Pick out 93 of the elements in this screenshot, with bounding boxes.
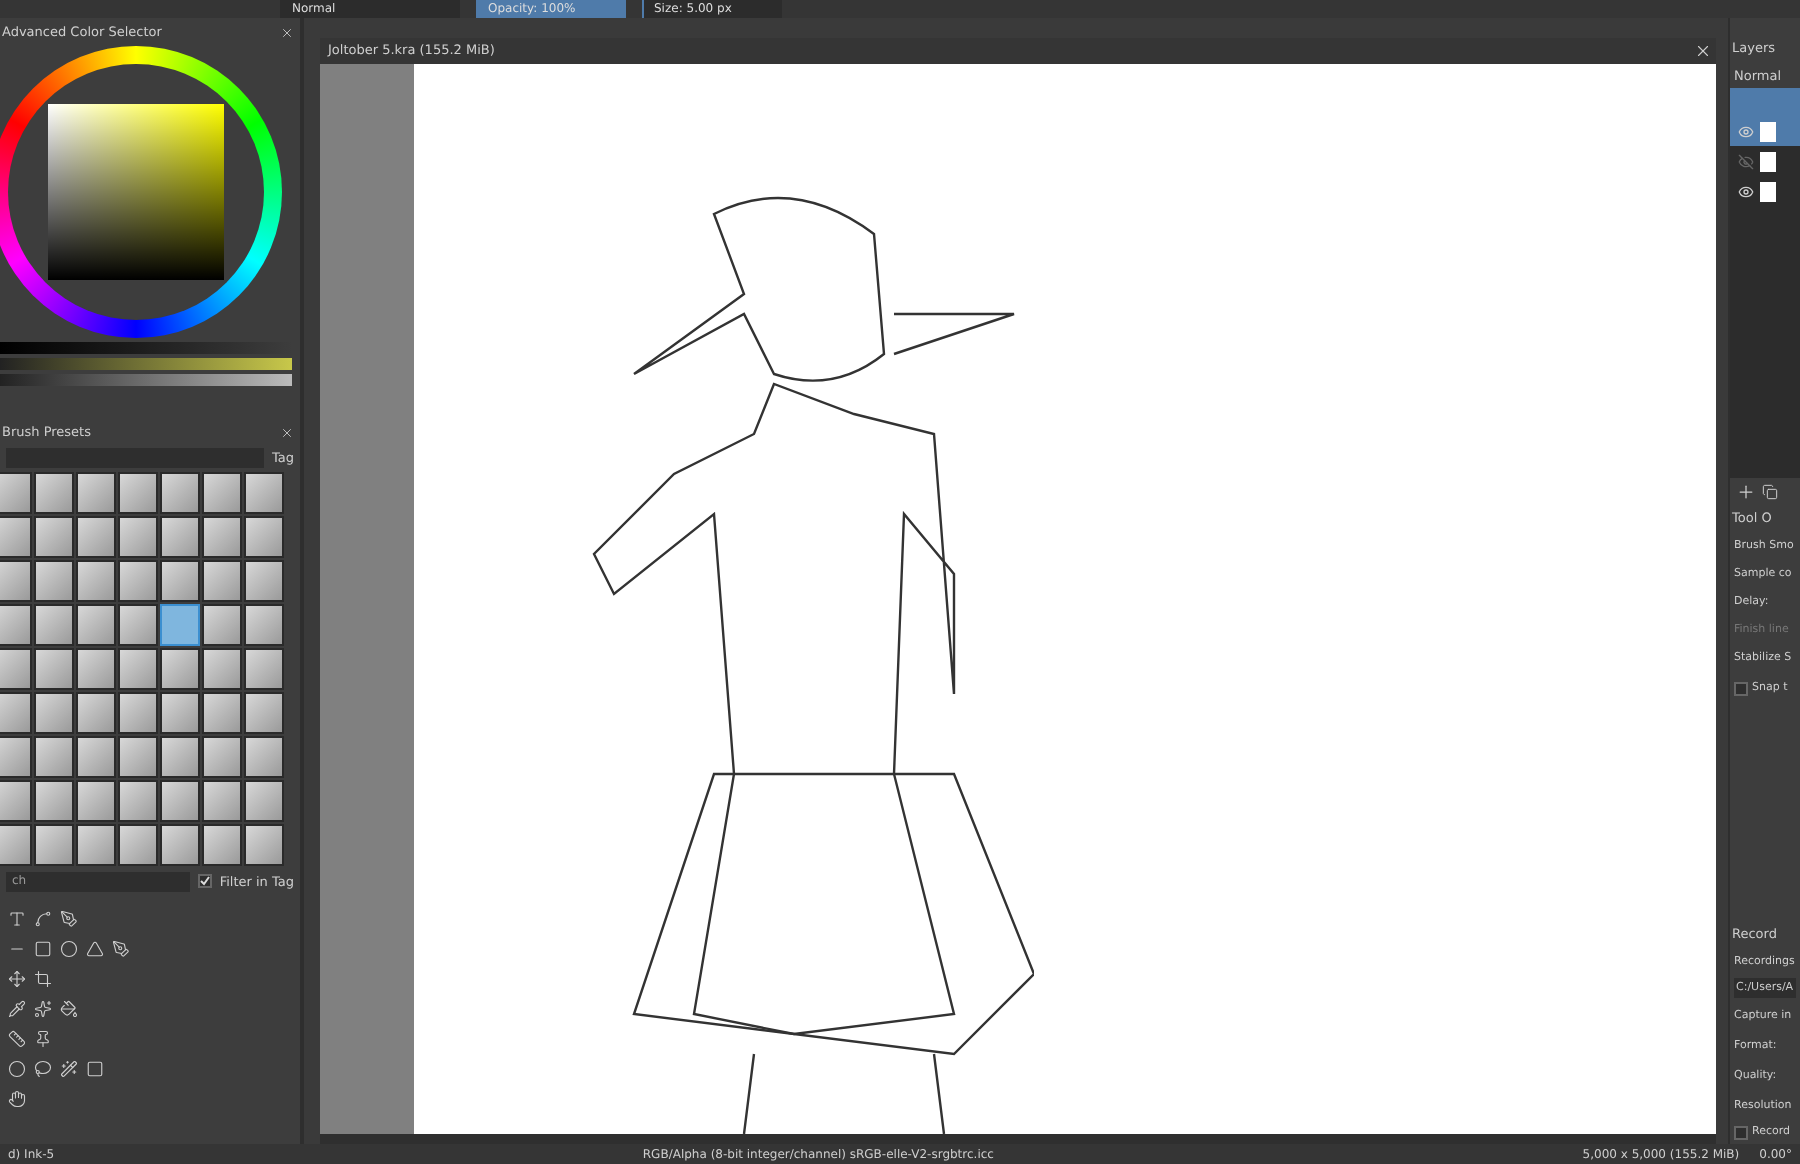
saturation-value-square[interactable] <box>48 104 224 280</box>
brush-preset[interactable] <box>34 780 74 822</box>
brush-preset[interactable] <box>244 648 284 690</box>
close-icon[interactable] <box>1694 41 1712 60</box>
brush-preset[interactable] <box>244 824 284 866</box>
brush-preset[interactable] <box>118 736 158 778</box>
brush-preset[interactable] <box>34 560 74 602</box>
brush-preset[interactable] <box>202 780 242 822</box>
brush-preset[interactable] <box>244 472 284 514</box>
checkbox[interactable] <box>1734 681 1748 695</box>
crop-tool-icon[interactable] <box>34 970 52 988</box>
brush-preset[interactable] <box>202 736 242 778</box>
move-tool-icon[interactable] <box>8 970 26 988</box>
lasso-icon[interactable] <box>34 1060 52 1078</box>
brush-preset[interactable] <box>160 516 200 558</box>
close-icon[interactable] <box>280 425 294 439</box>
brush-preset[interactable] <box>118 824 158 866</box>
brush-preset[interactable] <box>0 648 32 690</box>
brush-preset[interactable] <box>160 780 200 822</box>
brush-preset[interactable] <box>118 780 158 822</box>
brush-preset[interactable] <box>0 560 32 602</box>
brush-preset[interactable] <box>76 560 116 602</box>
ellipse-select-icon[interactable] <box>8 1060 26 1078</box>
brush-preset[interactable] <box>76 648 116 690</box>
hidden-eye-icon[interactable] <box>1738 153 1754 169</box>
brush-preset[interactable] <box>244 736 284 778</box>
brush-preset[interactable] <box>244 780 284 822</box>
brush-preset[interactable] <box>76 780 116 822</box>
brush-preset[interactable] <box>76 824 116 866</box>
brush-preset[interactable] <box>160 692 200 734</box>
checkbox[interactable] <box>1734 1125 1748 1139</box>
brush-preset[interactable] <box>160 560 200 602</box>
brush-preset[interactable] <box>202 692 242 734</box>
ruler-icon[interactable] <box>8 1030 26 1048</box>
brush-preset[interactable] <box>34 824 74 866</box>
brush-preset[interactable] <box>202 648 242 690</box>
ellipse-tool-icon[interactable] <box>60 940 78 958</box>
brush-preset[interactable] <box>0 736 32 778</box>
brush-preset[interactable] <box>0 780 32 822</box>
brush-preset[interactable] <box>34 516 74 558</box>
calligraphy-tool-icon[interactable] <box>60 910 78 928</box>
brush-preset[interactable] <box>118 692 158 734</box>
brush-preset[interactable] <box>34 736 74 778</box>
sparkle-tool-icon[interactable] <box>34 1000 52 1018</box>
rect-select-icon[interactable] <box>86 1060 104 1078</box>
brush-preset[interactable] <box>76 604 116 646</box>
brush-preset[interactable] <box>118 604 158 646</box>
brush-preset[interactable] <box>34 692 74 734</box>
brush-preset[interactable] <box>0 516 32 558</box>
edit-shapes-tool-icon[interactable] <box>34 910 52 928</box>
brush-preset[interactable] <box>0 692 32 734</box>
fill-tool-icon[interactable] <box>60 1000 78 1018</box>
polygon-tool-icon[interactable] <box>86 940 104 958</box>
brush-preset[interactable] <box>76 736 116 778</box>
checkbox[interactable] <box>197 874 212 888</box>
magic-wand-icon[interactable] <box>60 1060 78 1078</box>
bezier-tool-icon[interactable] <box>112 940 130 958</box>
close-icon[interactable] <box>280 25 294 39</box>
brush-preset[interactable] <box>160 648 200 690</box>
brush-preset[interactable] <box>76 516 116 558</box>
brush-preset[interactable] <box>202 824 242 866</box>
text-tool-icon[interactable] <box>8 910 26 928</box>
brush-preset[interactable] <box>160 736 200 778</box>
rectangle-tool-icon[interactable] <box>34 940 52 958</box>
brush-preset[interactable] <box>244 604 284 646</box>
brush-preset[interactable] <box>118 648 158 690</box>
brush-preset[interactable] <box>34 472 74 514</box>
brush-preset[interactable] <box>118 560 158 602</box>
brush-preset[interactable] <box>0 604 32 646</box>
brush-preset[interactable] <box>244 692 284 734</box>
brush-preset[interactable] <box>34 648 74 690</box>
brush-preset[interactable] <box>202 516 242 558</box>
brush-preset[interactable] <box>34 604 74 646</box>
brush-preset[interactable] <box>118 516 158 558</box>
brush-preset[interactable] <box>118 472 158 514</box>
brush-preset[interactable] <box>202 560 242 602</box>
horizontal-scrollbar[interactable] <box>320 1133 1716 1144</box>
duplicate-icon[interactable] <box>1762 483 1778 499</box>
brush-preset[interactable] <box>160 824 200 866</box>
eye-icon[interactable] <box>1738 183 1754 199</box>
brush-preset[interactable] <box>0 824 32 866</box>
brush-preset[interactable] <box>202 472 242 514</box>
brush-preset[interactable] <box>244 560 284 602</box>
pin-icon[interactable] <box>34 1030 52 1048</box>
add-icon[interactable] <box>1736 481 1756 501</box>
brush-preset[interactable] <box>202 604 242 646</box>
brush-preset[interactable] <box>244 516 284 558</box>
brush-preset[interactable] <box>0 472 32 514</box>
hand-icon[interactable] <box>8 1090 26 1108</box>
eyedropper-icon[interactable] <box>8 1000 26 1018</box>
brush-preset[interactable] <box>160 472 200 514</box>
brush-preset[interactable] <box>76 692 116 734</box>
brush-preset[interactable] <box>76 472 116 514</box>
